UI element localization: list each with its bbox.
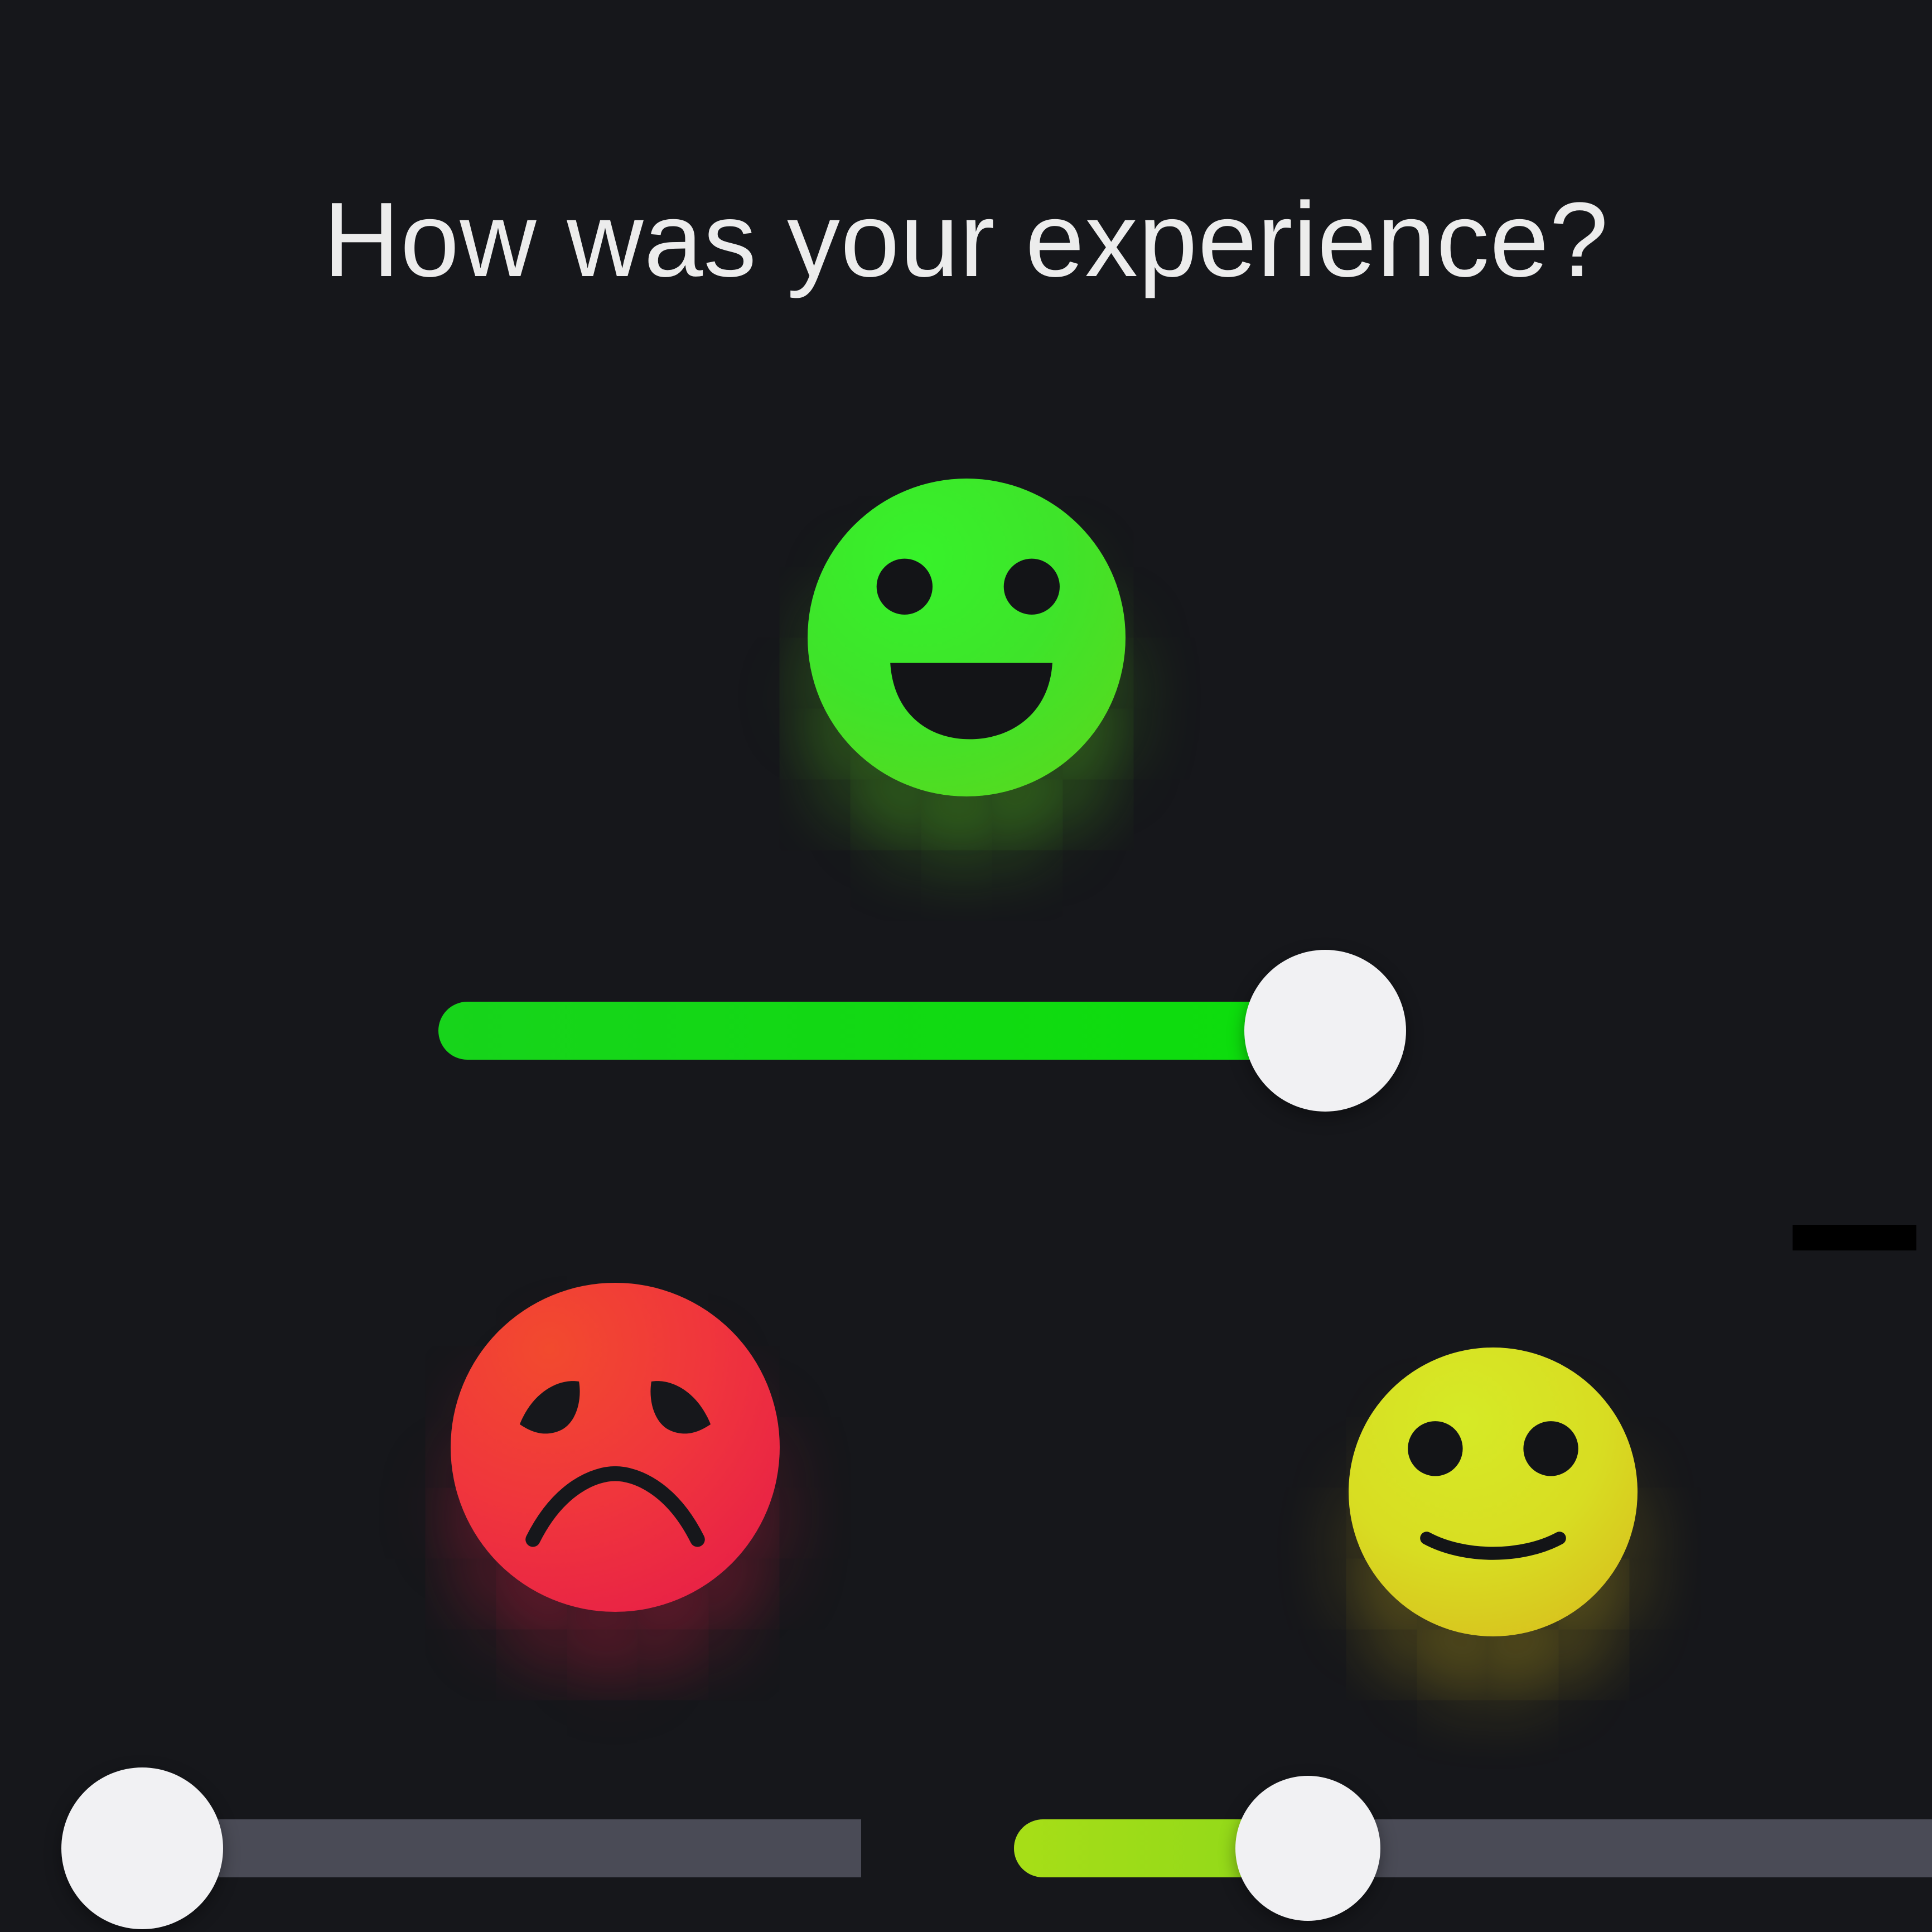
experience-slider-left[interactable] bbox=[61, 1767, 861, 1929]
experience-slider-top[interactable] bbox=[438, 950, 1481, 1112]
slight-smile-face-icon bbox=[1349, 1347, 1638, 1636]
experience-slider-right[interactable] bbox=[1014, 1776, 1932, 1921]
sad-face-icon bbox=[451, 1283, 780, 1612]
big-grin-face-icon bbox=[808, 479, 1126, 796]
slider-fill bbox=[438, 1002, 1325, 1060]
slider-thumb[interactable] bbox=[1235, 1776, 1380, 1921]
slider-thumb[interactable] bbox=[1244, 950, 1406, 1112]
slider-thumb[interactable] bbox=[61, 1767, 224, 1929]
overlay-bar bbox=[1793, 1225, 1916, 1250]
page-title: How was your experience? bbox=[323, 181, 1609, 299]
